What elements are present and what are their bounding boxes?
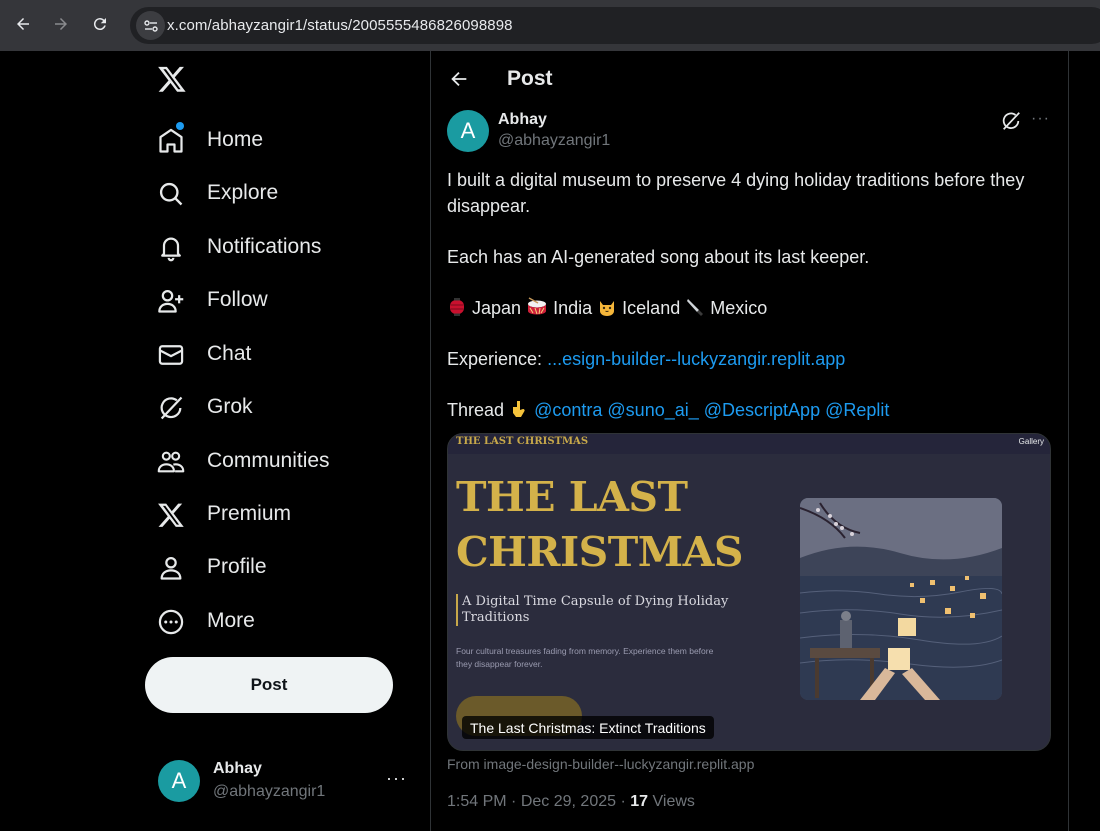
nav-home-label: Home [207,128,264,151]
pointing-down-emoji-icon [509,399,529,425]
author-handle[interactable]: @abhayzangir1 [498,132,610,150]
x-logo-icon[interactable] [157,64,187,94]
envelope-icon [157,341,185,369]
thread-label: Thread [447,400,505,420]
knife-emoji-icon [685,297,705,323]
card-gallery-link: Gallery [1018,437,1044,446]
country-india: India [553,298,593,318]
tweet-more-icon[interactable]: ··· [1031,110,1050,128]
author-name[interactable]: Abhay [498,111,547,129]
more-circle-icon [157,608,185,636]
tweet-experience-line: Experience: ...esign-builder--luckyzangi… [447,347,845,371]
tweet-text-line: Each has an AI-generated song about its … [447,247,870,267]
mention-link[interactable]: @contra [534,400,602,420]
card-subtitle: A Digital Time Capsule of Dying Holiday … [462,594,729,625]
account-more-icon[interactable]: ··· [386,768,407,789]
nav-notifications-label: Notifications [207,235,322,258]
card-topbar: THE LAST CHRISTMAS Gallery [448,434,1050,454]
card-hero-line: THE LAST [456,473,688,521]
nav-follow-label: Follow [207,288,268,311]
person-icon [157,554,185,582]
nav-more-label: More [207,609,255,632]
tweet-thread-line: Thread @contra @suno_ai_ @DescriptApp @R… [447,398,889,425]
address-bar[interactable]: x.com/abhayzangir1/status/20055554868260… [130,7,1100,44]
views-label: Views [652,793,695,810]
experience-link[interactable]: ...esign-builder--luckyzangir.replit.app [547,349,845,369]
nav-follow[interactable]: Follow [145,276,375,324]
grok-icon [157,394,185,422]
reload-icon[interactable] [88,12,112,36]
meta-separator: · [620,793,626,810]
lantern-emoji-icon [447,297,467,323]
nav-communities-label: Communities [207,449,330,472]
mention-link[interactable]: @Replit [825,400,889,420]
views-count: 17 [630,793,649,810]
nav-premium[interactable]: Premium [145,490,375,538]
nav-more[interactable]: More [145,597,375,645]
author-avatar[interactable]: A [447,110,489,152]
nav-notifications[interactable]: Notifications [145,223,375,271]
card-site-title: THE LAST CHRISTMAS [456,436,589,447]
account-handle[interactable]: @abhayzangir1 [213,783,325,801]
bell-icon [157,234,185,262]
tweet-meta: 1:54 PM · Dec 29, 2025 · 17 Views [447,793,695,811]
tweet-text-line: disappear. [447,196,531,216]
mention-link[interactable]: @DescriptApp [704,400,820,420]
nav-profile[interactable]: Profile [145,543,375,591]
x-icon [157,501,185,529]
home-icon [157,127,185,155]
experience-label: Experience: [447,349,543,369]
site-settings-icon[interactable] [136,11,165,40]
nav-explore-label: Explore [207,181,279,204]
url-text[interactable]: x.com/abhayzangir1/status/20055554868260… [167,17,513,34]
browser-toolbar: x.com/abhayzangir1/status/20055554868260… [0,0,1100,51]
mention-link[interactable]: @suno_ai_ [607,400,698,420]
nav-chat-label: Chat [207,342,252,365]
card-illustration [800,498,1002,700]
nav-profile-label: Profile [207,555,267,578]
country-iceland: Iceland [622,298,681,318]
forward-icon[interactable] [49,12,73,36]
tweet-text-line: I built a digital museum to preserve 4 d… [447,170,1025,190]
nav-premium-label: Premium [207,502,292,525]
account-avatar[interactable]: A [158,760,200,802]
account-name[interactable]: Abhay [213,760,262,778]
back-arrow-icon[interactable] [448,68,470,90]
nav-communities[interactable]: Communities [145,437,375,485]
nav-grok[interactable]: Grok [145,383,375,431]
grok-explain-icon[interactable] [1000,110,1022,132]
search-icon [157,180,185,208]
meta-separator: · [511,793,517,810]
nav-chat[interactable]: Chat [145,330,375,378]
person-add-icon [157,287,185,315]
people-icon [157,448,185,476]
nav-explore[interactable]: Explore [145,169,375,217]
country-japan: Japan [472,298,522,318]
card-source[interactable]: From image-design-builder--luckyzangir.r… [447,756,754,772]
back-icon[interactable] [11,12,35,36]
post-button[interactable]: Post [145,657,393,713]
card-subtitle-rule [456,594,458,626]
tweet-time[interactable]: 1:54 PM [447,793,507,810]
tweet-countries-line: Japan India Iceland Mexico [447,296,767,323]
card-description: Four cultural treasures fading from memo… [456,646,714,669]
notification-dot [176,122,184,130]
tweet-date[interactable]: Dec 29, 2025 [521,793,616,810]
country-mexico: Mexico [710,298,768,318]
card-hero-line: CHRISTMAS [456,528,744,576]
page-title: Post [507,67,553,90]
card-hero-title: THE LAST CHRISTMAS [456,470,744,580]
link-card[interactable]: THE LAST CHRISTMAS Gallery THE LAST CHRI… [447,433,1051,751]
nav-grok-label: Grok [207,395,253,418]
card-caption: The Last Christmas: Extinct Traditions [462,716,714,739]
cat-emoji-icon [597,297,617,323]
drum-emoji-icon [526,297,548,323]
